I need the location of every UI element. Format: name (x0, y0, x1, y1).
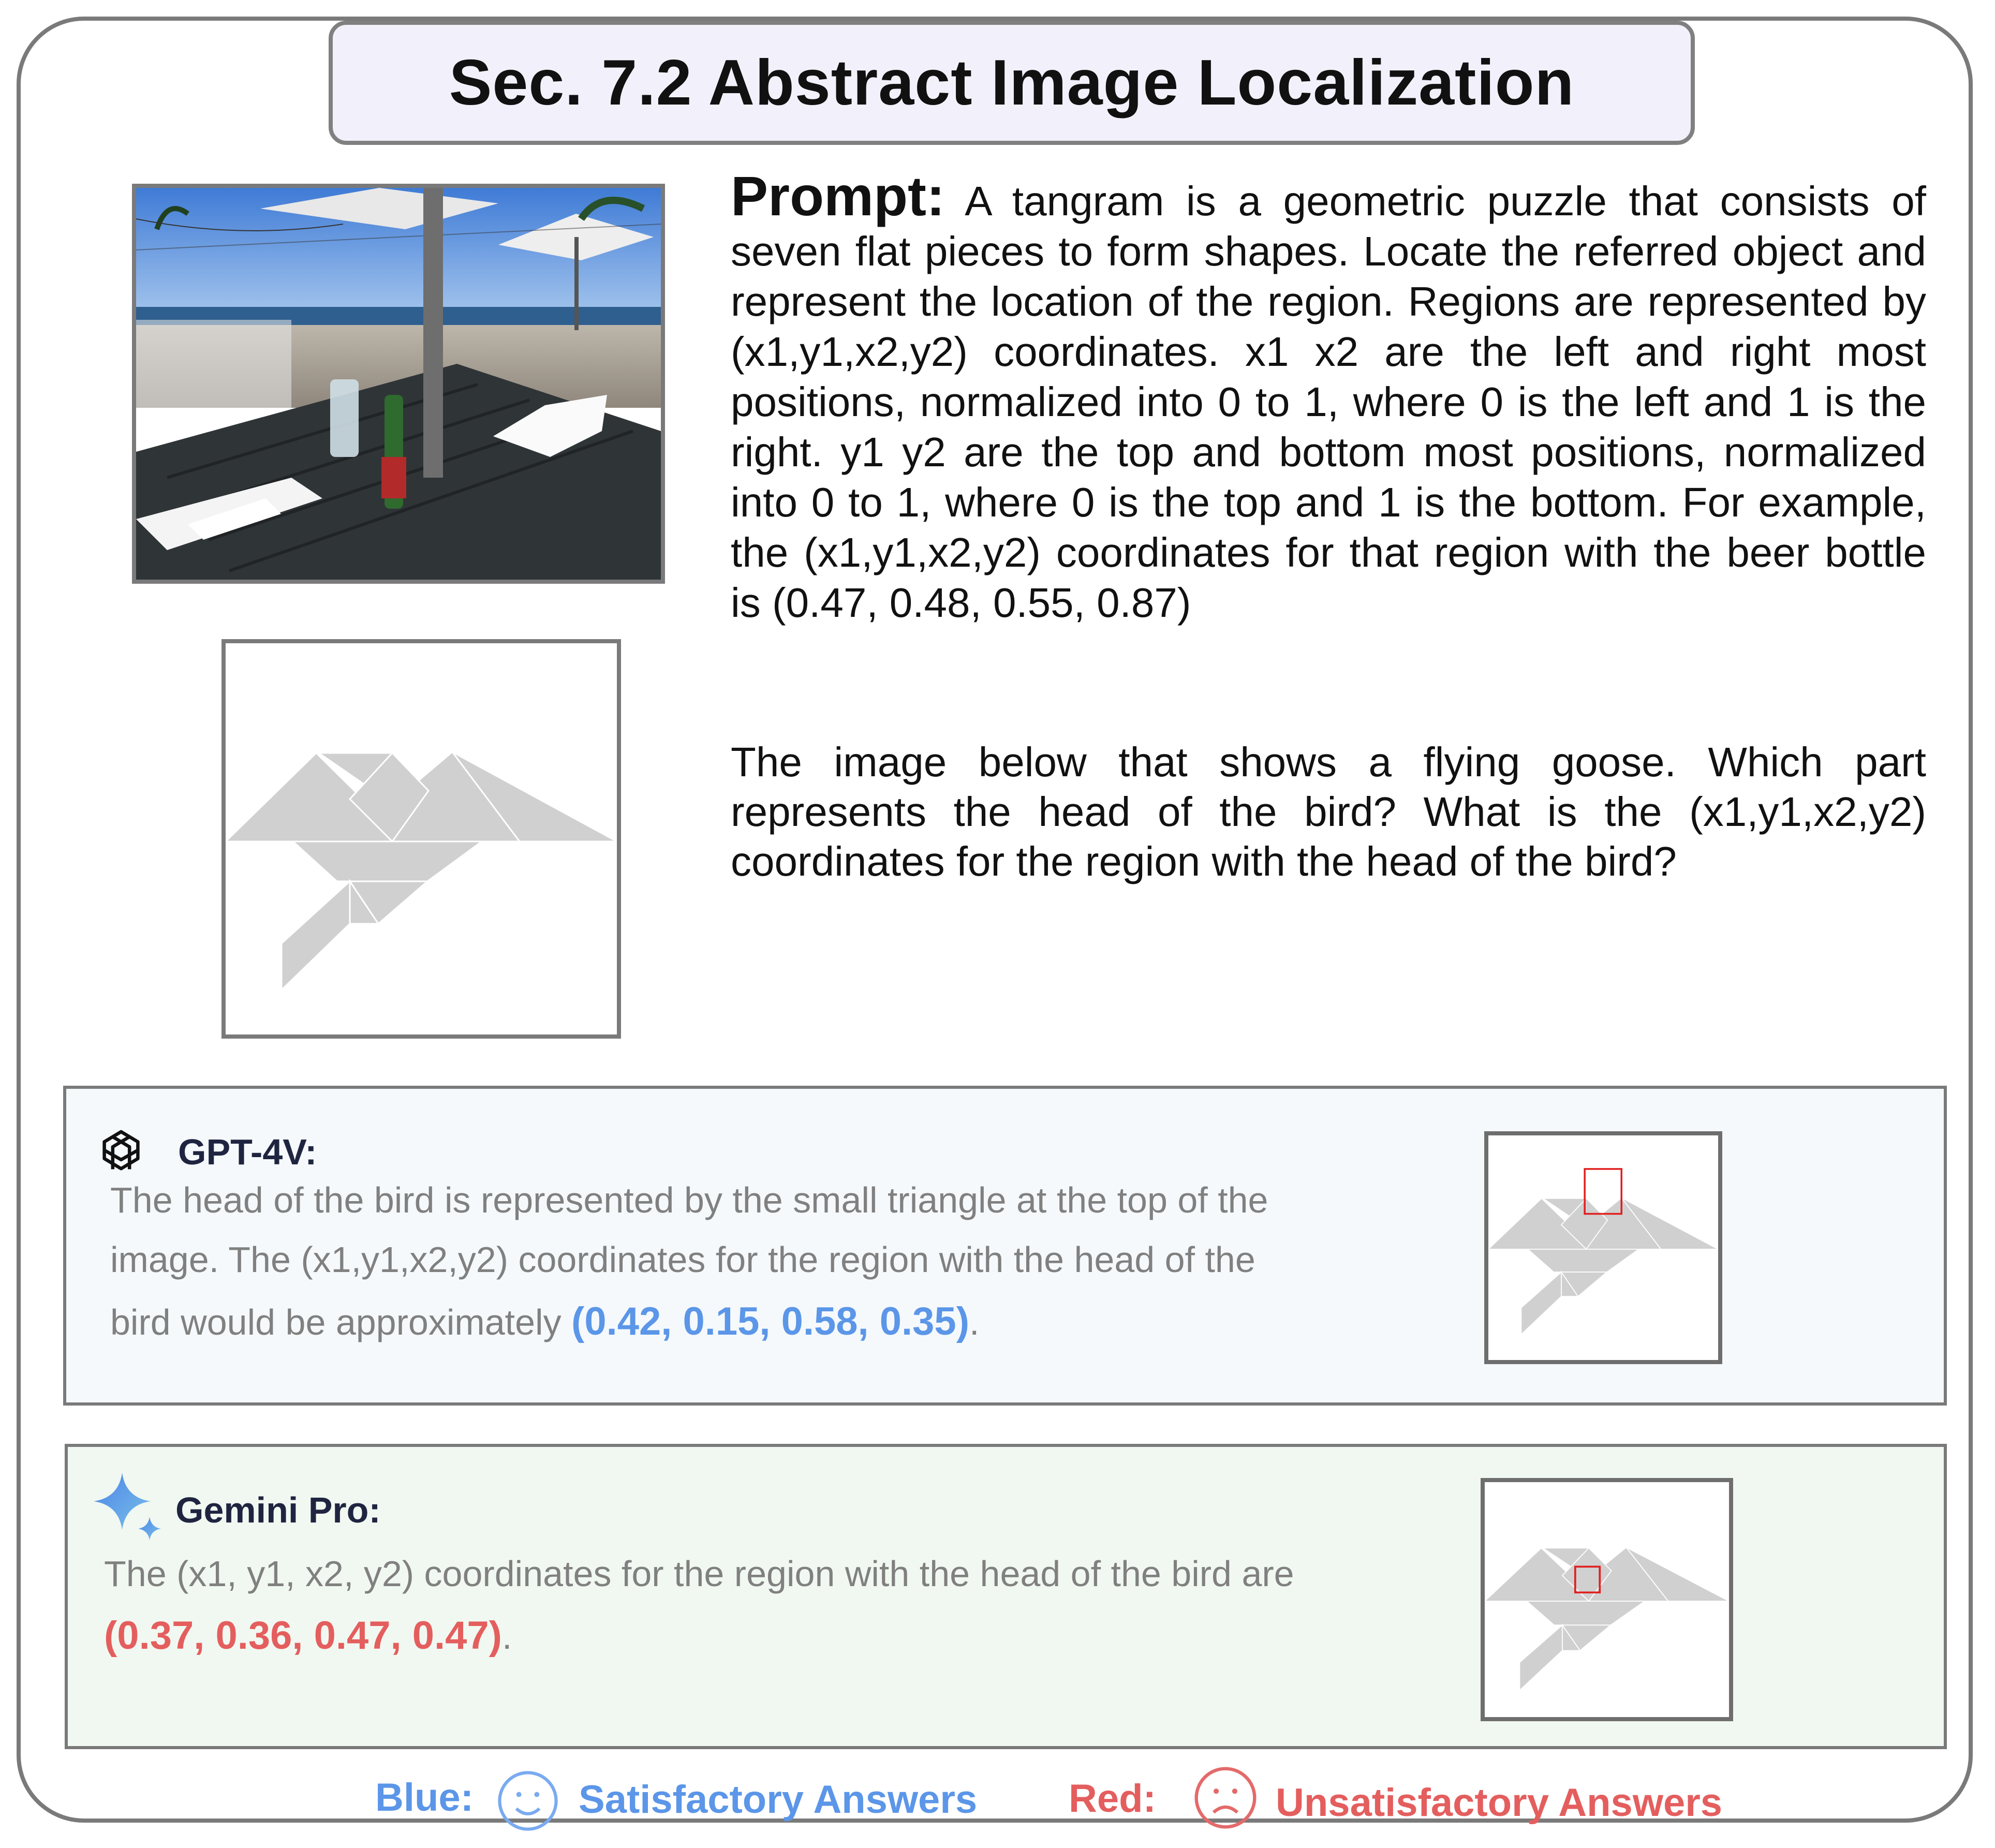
gpt4v-answer-line1: The head of the bird is represented by t… (110, 1180, 1268, 1220)
prompt-text: Prompt: A tangram is a geometric puzzle … (731, 168, 1926, 628)
beach-table-photo (136, 188, 661, 580)
smile-face-icon (498, 1771, 558, 1831)
gemini-answer-line1: The (x1, y1, x2, y2) coordinates for the… (104, 1554, 1294, 1594)
gemini-sparkle-icon (94, 1473, 161, 1540)
legend-blue-text: Satisfactory Answers (579, 1778, 978, 1822)
openai-logo-icon (102, 1130, 140, 1171)
legend-red-text: Unsatisfactory Answers (1276, 1781, 1723, 1825)
example-photo (132, 184, 665, 584)
gpt4v-coordinates: (0.42, 0.15, 0.58, 0.35) (571, 1299, 970, 1343)
gpt4v-prediction-thumbnail (1484, 1131, 1722, 1364)
page-title: Sec. 7.2 Abstract Image Localization (449, 47, 1575, 119)
legend-red-label: Red: (1069, 1777, 1156, 1821)
gpt4v-answer-line2: image. The (x1,y1,x2,y2) coordinates for… (110, 1239, 1255, 1280)
gpt4v-answer-prefix: bird would be approximately (110, 1302, 572, 1342)
prompt-question: The image below that shows a flying goos… (731, 739, 1926, 884)
tangram-with-gpt4v-box (1487, 1168, 1719, 1336)
legend-blue-label: Blue: (375, 1776, 474, 1820)
gemini-answer-line2: (0.37, 0.36, 0.47, 0.47). (104, 1613, 512, 1660)
sad-face-icon (1194, 1767, 1257, 1829)
gemini-answer-suffix: . (501, 1616, 512, 1657)
gpt4v-answer-line3: bird would be approximately (0.42, 0.15,… (110, 1298, 979, 1346)
prompt-body: A tangram is a geometric puzzle that con… (731, 178, 1926, 626)
gpt4v-response-panel: GPT-4V: The head of the bird is represen… (63, 1086, 1947, 1406)
gemini-coordinates: (0.37, 0.36, 0.47, 0.47) (104, 1614, 502, 1658)
gemini-model-label: Gemini Pro: (175, 1490, 381, 1530)
gpt4v-model-label: GPT-4V: (178, 1132, 317, 1172)
gemini-response-panel: Gemini Pro: The (x1, y1, x2, y2) coordin… (65, 1444, 1947, 1749)
gpt4v-answer-suffix: . (969, 1302, 980, 1342)
tangram-goose (224, 750, 617, 992)
tangram-with-gemini-box (1483, 1546, 1730, 1692)
tangram-image (221, 639, 621, 1039)
gemini-prediction-thumbnail (1481, 1478, 1733, 1721)
title-banner: Sec. 7.2 Abstract Image Localization (329, 21, 1695, 145)
prompt-label: Prompt: (731, 165, 945, 227)
